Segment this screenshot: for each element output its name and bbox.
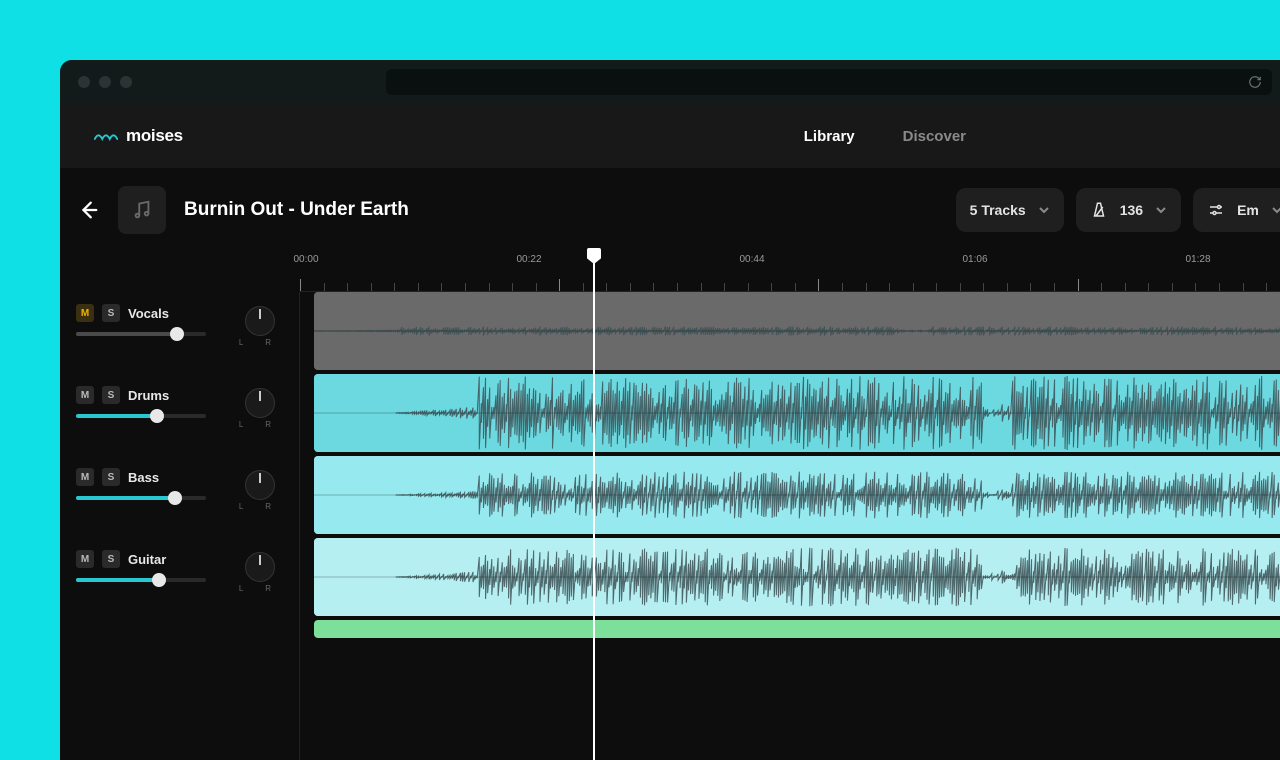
key-chip[interactable]: Em	[1193, 188, 1280, 232]
song-title: Burnin Out - Under Earth	[184, 199, 409, 221]
track-lanes	[300, 292, 1280, 760]
waveform-lane[interactable]	[314, 292, 1280, 370]
bpm-chip[interactable]: 136	[1076, 188, 1181, 232]
chevron-down-icon	[1155, 204, 1167, 216]
track-headers: M S Vocals L R M S Drums L R M S Bass	[60, 292, 300, 760]
song-thumb	[118, 186, 166, 234]
pan-knob[interactable]	[245, 388, 275, 418]
song-toolbar: Burnin Out - Under Earth 5 Tracks 136 Em…	[60, 168, 1280, 252]
mute-button[interactable]: M	[76, 386, 94, 404]
timeline: 00:00 00:22 00:44 01:06 01:28	[60, 252, 1280, 292]
chevron-down-icon	[1271, 204, 1280, 216]
mute-button[interactable]: M	[76, 304, 94, 322]
app-window: moises Library Discover Burnin Out - Und…	[60, 60, 1280, 760]
timeline-label: 00:00	[293, 254, 318, 265]
metronome-icon	[1090, 201, 1108, 219]
track-name: Bass	[128, 470, 159, 485]
bpm-value: 136	[1120, 202, 1143, 218]
track-name: Vocals	[128, 306, 169, 321]
track-header: M S Drums L R	[60, 374, 299, 456]
track-name: Guitar	[128, 552, 166, 567]
solo-button[interactable]: S	[102, 304, 120, 322]
track-header: M S Bass L R	[60, 456, 299, 538]
pan-labels: L R	[239, 584, 281, 593]
waveform-lane[interactable]	[314, 456, 1280, 534]
track-area: M S Vocals L R M S Drums L R M S Bass	[60, 292, 1280, 760]
brand-logo[interactable]: moises	[94, 126, 183, 146]
waveform-lane[interactable]	[314, 620, 1280, 638]
address-bar[interactable]	[386, 69, 1272, 95]
track-header: M S Guitar L R	[60, 538, 299, 620]
editor: 00:00 00:22 00:44 01:06 01:28 M S Vocals L R…	[60, 252, 1280, 760]
playhead[interactable]	[593, 252, 595, 760]
sliders-icon	[1207, 201, 1225, 219]
solo-button[interactable]: S	[102, 550, 120, 568]
song-meta-chips: 5 Tracks 136 Em 12 34	[956, 188, 1280, 232]
moises-logo-icon	[94, 127, 118, 145]
pan-knob[interactable]	[245, 470, 275, 500]
track-header: M S Vocals L R	[60, 292, 299, 374]
nav-links: Library Discover	[804, 128, 966, 145]
nav-library[interactable]: Library	[804, 128, 855, 145]
solo-button[interactable]: S	[102, 386, 120, 404]
pan-labels: L R	[239, 338, 281, 347]
chevron-down-icon	[1038, 204, 1050, 216]
volume-slider[interactable]	[76, 332, 206, 336]
volume-slider[interactable]	[76, 578, 206, 582]
waveform-lane[interactable]	[314, 374, 1280, 452]
reload-icon[interactable]	[1248, 75, 1262, 89]
tracks-chip[interactable]: 5 Tracks	[956, 188, 1064, 232]
browser-titlebar	[60, 60, 1280, 104]
key-value: Em	[1237, 202, 1259, 218]
pan-labels: L R	[239, 502, 281, 511]
pan-knob[interactable]	[245, 552, 275, 582]
timeline-label: 00:22	[516, 254, 541, 265]
brand-name: moises	[126, 126, 183, 146]
window-controls[interactable]	[78, 76, 132, 88]
volume-slider[interactable]	[76, 414, 206, 418]
nav-discover[interactable]: Discover	[903, 128, 966, 145]
solo-button[interactable]: S	[102, 468, 120, 486]
volume-slider[interactable]	[76, 496, 206, 500]
timeline-label: 00:44	[739, 254, 764, 265]
timeline-label: 01:06	[962, 254, 987, 265]
pan-labels: L R	[239, 420, 281, 429]
ruler[interactable]: 00:0000:2200:4401:0601:28	[300, 252, 1280, 292]
music-note-icon	[131, 199, 153, 221]
top-nav: moises Library Discover	[60, 104, 1280, 168]
pan-knob[interactable]	[245, 306, 275, 336]
back-button[interactable]	[76, 198, 100, 222]
tracks-label: 5 Tracks	[970, 202, 1026, 218]
mute-button[interactable]: M	[76, 468, 94, 486]
waveform-lane[interactable]	[314, 538, 1280, 616]
mute-button[interactable]: M	[76, 550, 94, 568]
track-name: Drums	[128, 388, 169, 403]
timeline-label: 01:28	[1185, 254, 1210, 265]
